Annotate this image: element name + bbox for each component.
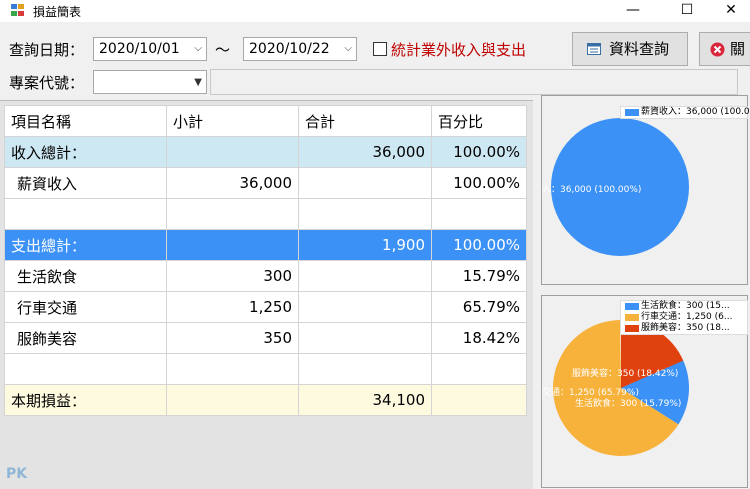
cell-subtotal[interactable]: 350 [166,322,299,354]
include-nonop-checkbox[interactable] [373,42,387,56]
title-bar: 損益簡表 — ☐ ✕ [0,0,750,22]
cell-percent[interactable] [431,198,527,230]
cell-total[interactable] [298,291,432,323]
app-icon [11,4,25,17]
legend-item: 服飾美容：350 (18... [621,323,747,334]
legend-label: 服飾美容：350 (18... [641,323,730,333]
table-row[interactable]: 支出總計： 1,900 100.00% [4,229,527,261]
cell-name[interactable]: 生活飲食 [4,260,167,292]
income-chart-panel: 薪資收入：36,000 (100.00 入：36,000 (100.00%) [541,95,750,285]
close-button-label: 關 [730,40,746,58]
income-legend: 薪資收入：36,000 (100.00 [620,106,750,119]
pie-slice-label: 服飾美容：350 (18.42%) [572,369,679,379]
chevron-down-icon[interactable]: ⌵ [344,38,352,60]
pie-slice-label: 生活飲食：300 (15.79%) [575,399,682,409]
cell-total[interactable] [298,167,432,199]
table-row[interactable] [4,353,527,385]
cell-subtotal[interactable]: 300 [166,260,299,292]
maximize-button[interactable]: ☐ [664,0,710,22]
legend-label: 行車交通：1,250 (6... [641,312,733,322]
date-from-value: 2020/10/01 [99,41,180,57]
cell-percent[interactable]: 65.79% [431,291,527,323]
report-grid: 項目名稱 小計 合計 百分比 收入總計： 36,000 100.00% 薪資收入 36,… [0,100,533,489]
table-row[interactable] [4,198,527,230]
header-total[interactable]: 合計 [298,105,432,137]
table-row[interactable]: 薪資收入 36,000 100.00% [4,167,527,199]
cell-percent[interactable] [431,384,527,416]
cell-name[interactable]: 行車交通 [4,291,167,323]
table-row[interactable]: 生活飲食 300 15.79% [4,260,527,292]
cell-subtotal[interactable] [166,198,299,230]
window-title: 損益簡表 [33,5,82,19]
cell-name[interactable]: 支出總計： [4,229,167,261]
legend-swatch [625,325,639,332]
cell-name[interactable] [4,353,167,385]
query-button-label: 資料查詢 [609,40,670,58]
report-table: 項目名稱 小計 合計 百分比 收入總計： 36,000 100.00% 薪資收入 36,… [4,105,527,416]
minimize-button[interactable]: — [610,0,656,22]
include-nonop-label[interactable]: 統計業外收入與支出 [391,39,526,60]
date-to-picker[interactable]: 2020/10/22 ⌵ [243,37,357,61]
chevron-down-icon[interactable]: ⌵ [194,38,202,60]
table-row[interactable]: 收入總計： 36,000 100.00% [4,136,527,168]
cell-percent[interactable]: 100.00% [431,136,527,168]
cell-subtotal[interactable] [166,353,299,385]
cell-subtotal[interactable]: 36,000 [166,167,299,199]
cell-subtotal[interactable] [166,384,299,416]
project-label: 專案代號： [9,74,85,92]
cell-total[interactable] [298,260,432,292]
cell-name[interactable]: 薪資收入 [4,167,167,199]
cell-percent[interactable]: 15.79% [431,260,527,292]
close-button[interactable]: 關 [699,32,750,66]
table-row[interactable]: 本期損益： 34,100 [4,384,527,416]
close-window-button[interactable]: ✕ [708,0,750,22]
cell-percent[interactable]: 18.42% [431,322,527,354]
header-item-name[interactable]: 項目名稱 [4,105,167,137]
close-circle-icon [710,42,725,57]
cell-name[interactable]: 本期損益： [4,384,167,416]
table-row[interactable]: 行車交通 1,250 65.79% [4,291,527,323]
header-subtotal[interactable]: 小計 [166,105,299,137]
cell-total[interactable]: 1,900 [298,229,432,261]
date-from-picker[interactable]: 2020/10/01 ⌵ [93,37,207,61]
watermark-logo: PK [6,466,28,482]
cell-total[interactable]: 34,100 [298,384,432,416]
expense-legend: 生活飲食：300 (15... 行車交通：1,250 (6... 服飾美容：350 … [620,300,748,335]
legend-item: 生活飲食：300 (15... [621,301,747,312]
cell-total[interactable] [298,322,432,354]
header-percent[interactable]: 百分比 [431,105,527,137]
date-label: 查詢日期： [9,41,85,59]
cell-total[interactable]: 36,000 [298,136,432,168]
cell-subtotal[interactable] [166,136,299,168]
cell-subtotal[interactable] [166,229,299,261]
query-button[interactable]: 資料查詢 [572,32,688,66]
form-icon [587,43,601,55]
cell-name[interactable]: 收入總計： [4,136,167,168]
cell-name[interactable]: 服飾美容 [4,322,167,354]
date-separator: ～ [215,41,231,59]
project-name-field [210,69,738,95]
table-row[interactable]: 服飾美容 350 18.42% [4,322,527,354]
legend-item: 行車交通：1,250 (6... [621,312,747,323]
filter-toolbar: 查詢日期： 2020/10/01 ⌵ ～ 2020/10/22 ⌵ 統計業外收入… [0,22,750,98]
expense-chart-panel: 生活飲食：300 (15... 行車交通：1,250 (6... 服飾美容：350 … [541,295,748,488]
cell-total[interactable] [298,353,432,385]
legend-swatch [625,314,639,321]
date-to-value: 2020/10/22 [249,41,330,57]
legend-label: 薪資收入：36,000 (100.00 [641,107,750,117]
legend-swatch [625,303,639,310]
project-select[interactable]: ▼ [93,70,207,94]
legend-label: 生活飲食：300 (15... [641,301,730,311]
cell-percent[interactable]: 100.00% [431,167,527,199]
cell-percent[interactable] [431,353,527,385]
table-header-row: 項目名稱 小計 合計 百分比 [4,105,527,137]
cell-name[interactable] [4,198,167,230]
pie-slice-label: 入：36,000 (100.00%) [542,185,642,195]
dropdown-triangle-icon[interactable]: ▼ [194,72,202,94]
cell-subtotal[interactable]: 1,250 [166,291,299,323]
cell-percent[interactable]: 100.00% [431,229,527,261]
cell-total[interactable] [298,198,432,230]
legend-item: 薪資收入：36,000 (100.00 [621,107,750,118]
legend-swatch [625,109,639,116]
